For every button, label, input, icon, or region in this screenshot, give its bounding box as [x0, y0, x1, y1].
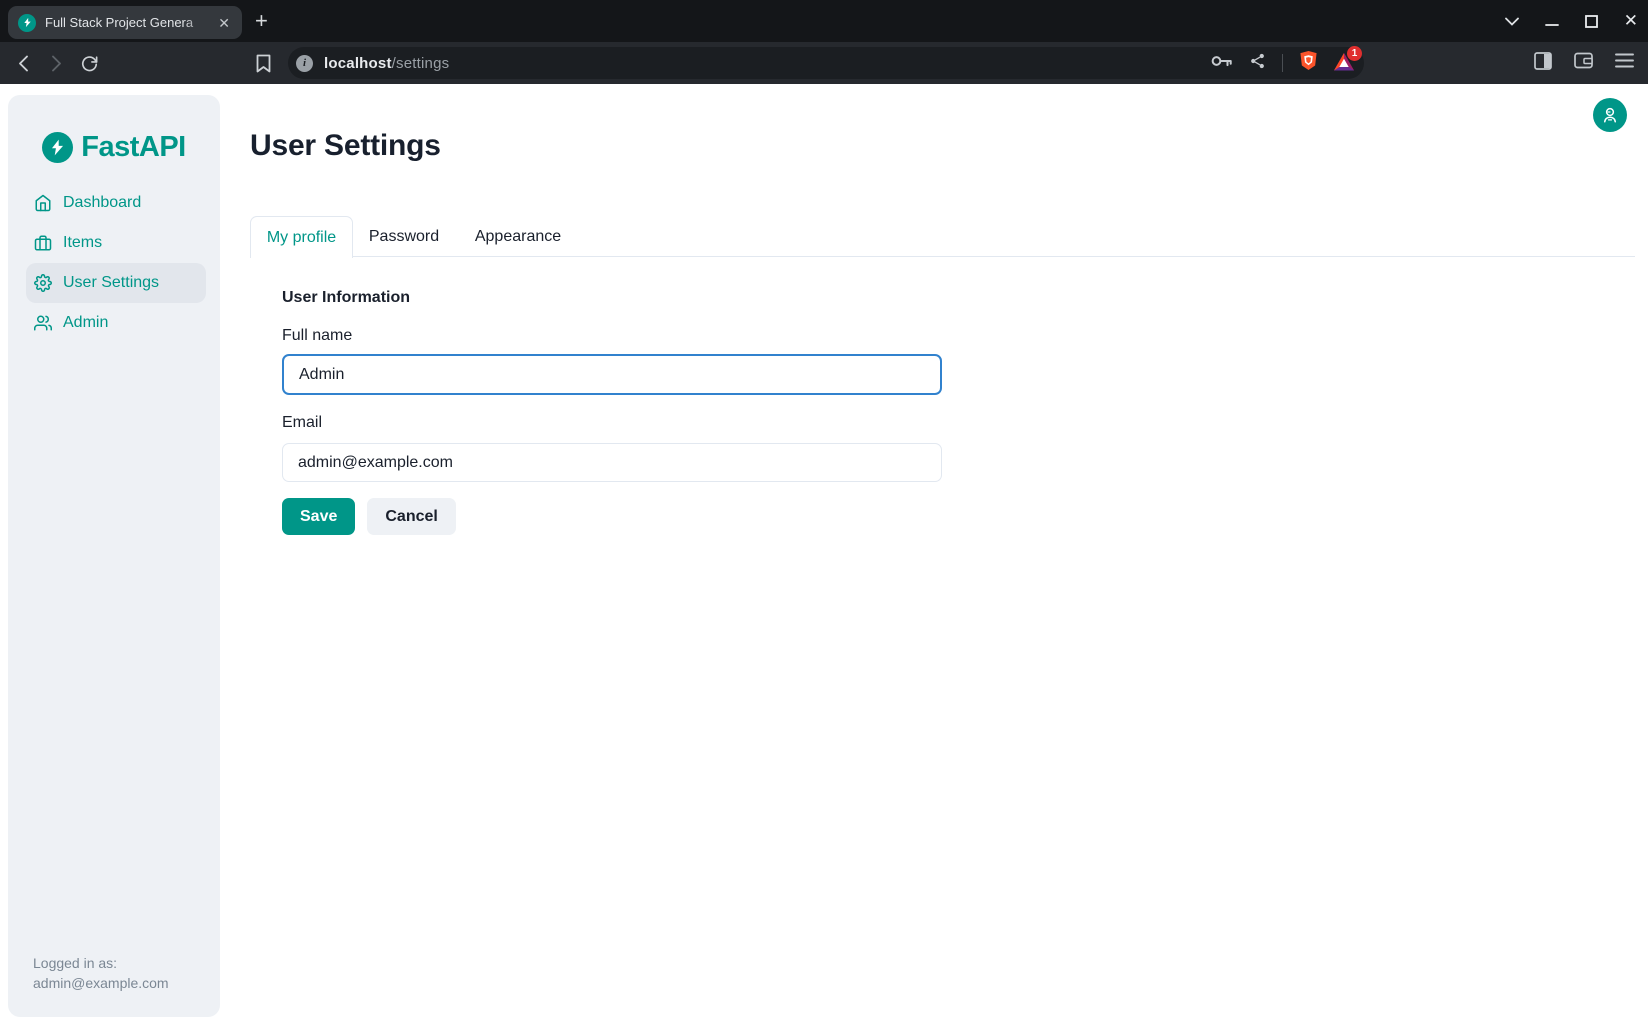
fastapi-logo-icon [42, 132, 73, 163]
astronaut-user-icon [1601, 106, 1619, 124]
brave-shield-icon[interactable] [1299, 50, 1318, 76]
sidebar-item-label: Dashboard [63, 194, 141, 212]
users-icon [34, 314, 52, 332]
sidebar-nav: Dashboard Items User Settings Admin [8, 183, 220, 343]
sidebar-panel-icon[interactable] [1534, 52, 1552, 75]
logged-in-email: admin@example.com [33, 973, 169, 993]
browser-tab[interactable]: Full Stack Project Genera ✕ [8, 6, 242, 39]
back-button[interactable] [10, 50, 36, 76]
full-name-label: Full name [282, 327, 352, 345]
bookmark-icon[interactable] [250, 50, 276, 76]
reload-button[interactable] [76, 50, 102, 76]
tab-search-chevron-icon[interactable] [1505, 17, 1519, 26]
sidebar: FastAPI Dashboard Items User Settings [8, 95, 220, 1017]
full-name-input[interactable] [282, 354, 942, 395]
logged-in-label: Logged in as: [33, 953, 169, 973]
window-close-button[interactable]: ✕ [1624, 11, 1638, 31]
briefcase-icon [34, 234, 52, 252]
save-button[interactable]: Save [282, 498, 355, 535]
tab-my-profile[interactable]: My profile [250, 216, 353, 258]
window-maximize-button[interactable] [1585, 15, 1598, 28]
cancel-button[interactable]: Cancel [367, 498, 455, 535]
toolbar-separator [1282, 54, 1283, 72]
settings-tabs: My profile Password Appearance [250, 216, 1635, 257]
browser-tabstrip: Full Stack Project Genera ✕ + ✕ [0, 0, 1648, 42]
sidebar-item-label: Admin [63, 314, 108, 332]
sidebar-item-admin[interactable]: Admin [26, 303, 206, 343]
fastapi-logo-text: FastAPI [81, 131, 185, 164]
logged-in-as: Logged in as: admin@example.com [33, 953, 169, 993]
sidebar-item-items[interactable]: Items [26, 223, 206, 263]
home-icon [34, 194, 52, 212]
tab-close-icon[interactable]: ✕ [214, 14, 234, 32]
section-title: User Information [282, 289, 410, 307]
tab-appearance[interactable]: Appearance [455, 216, 581, 257]
brave-rewards-icon[interactable]: 1 [1334, 53, 1354, 73]
sidebar-item-label: User Settings [63, 274, 159, 292]
wallet-icon[interactable] [1574, 52, 1593, 74]
email-label: Email [282, 414, 322, 432]
fastapi-logo: FastAPI [8, 131, 220, 164]
tab-password[interactable]: Password [353, 216, 455, 257]
sidebar-item-dashboard[interactable]: Dashboard [26, 183, 206, 223]
fastapi-favicon-icon [18, 14, 36, 32]
gear-icon [34, 274, 52, 292]
sidebar-item-user-settings[interactable]: User Settings [26, 263, 206, 303]
sidebar-item-label: Items [63, 234, 102, 252]
app-page: FastAPI Dashboard Items User Settings [0, 84, 1648, 1025]
email-input[interactable] [282, 443, 942, 482]
menu-hamburger-icon[interactable] [1615, 53, 1634, 73]
site-info-icon[interactable]: i [296, 55, 313, 72]
main-content: User Settings My profile Password Appear… [250, 84, 1635, 1025]
page-title: User Settings [250, 129, 441, 163]
password-key-icon[interactable] [1211, 54, 1233, 73]
share-icon[interactable] [1249, 52, 1266, 75]
tab-title: Full Stack Project Genera [45, 15, 214, 30]
url-text: localhost/settings [324, 55, 449, 72]
user-menu-avatar[interactable] [1593, 98, 1627, 132]
screen: Full Stack Project Genera ✕ + ✕ i [0, 0, 1648, 1025]
rewards-badge: 1 [1347, 46, 1362, 61]
form-actions: Save Cancel [282, 498, 456, 535]
forward-button[interactable] [43, 50, 69, 76]
window-minimize-button[interactable] [1545, 14, 1559, 28]
url-bar[interactable]: i localhost/settings 1 [288, 47, 1364, 79]
new-tab-button[interactable]: + [255, 10, 268, 32]
